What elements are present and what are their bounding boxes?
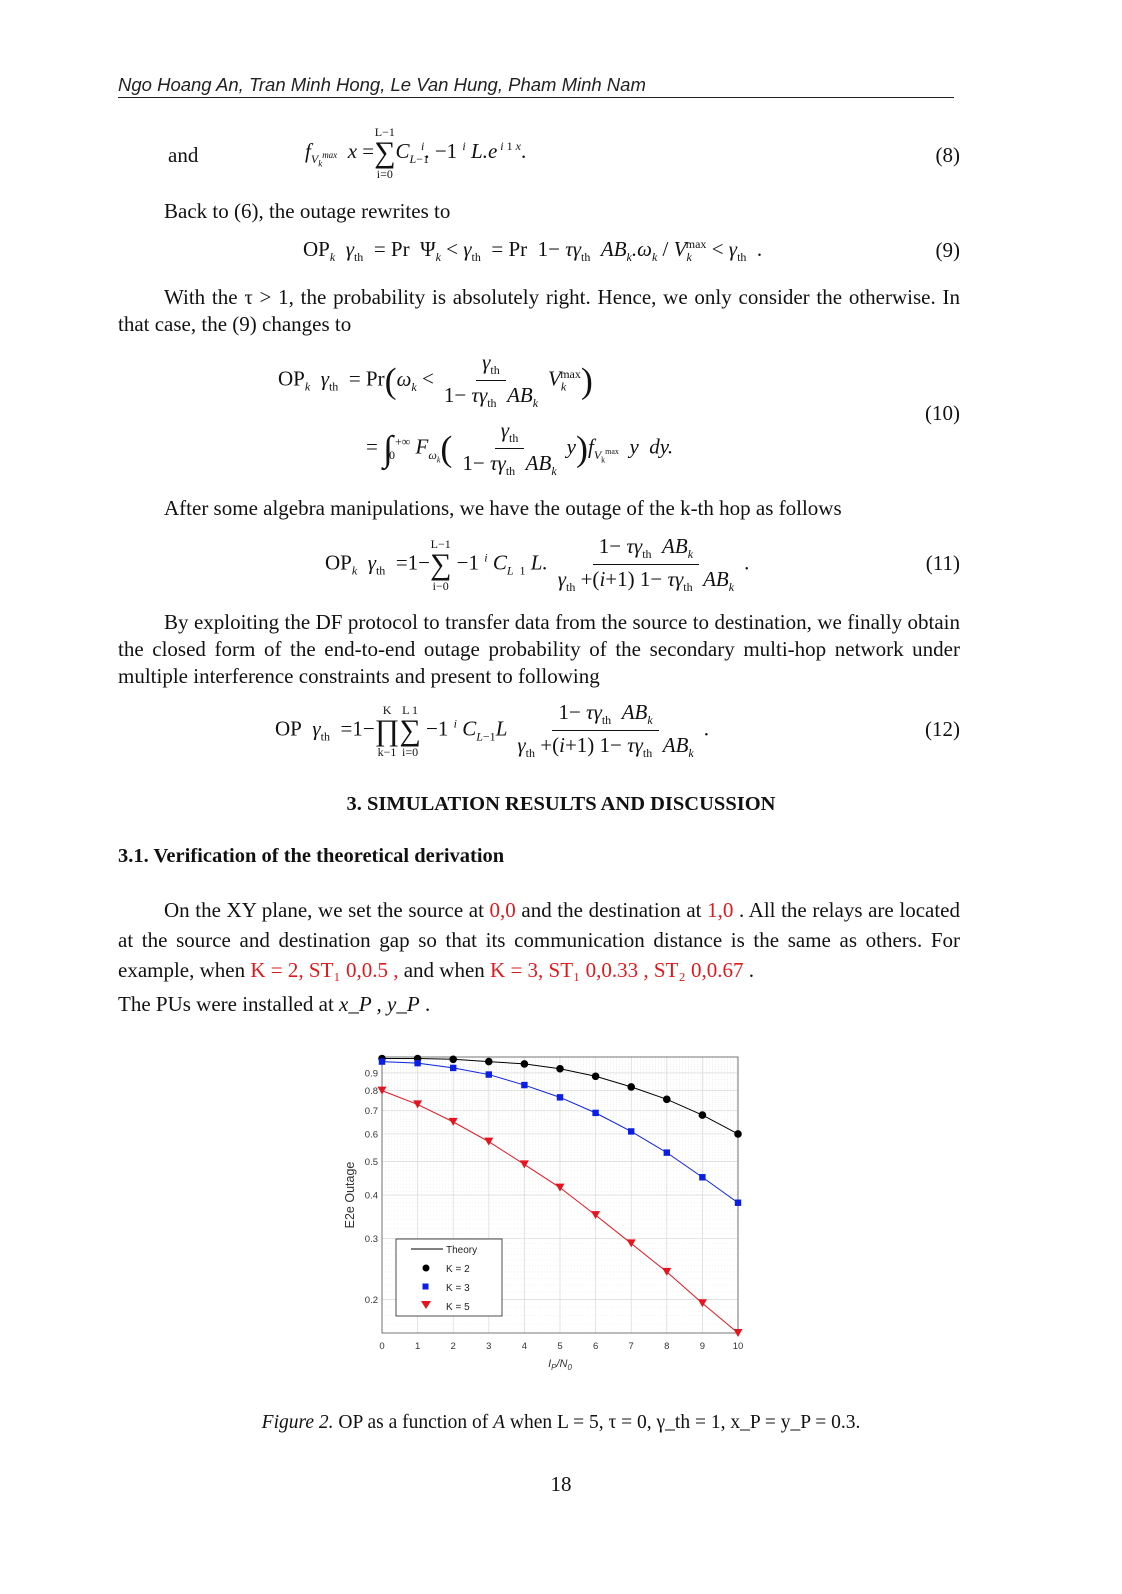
legend-k2: K = 2: [446, 1264, 470, 1275]
text: On the XY plane, we set the source at: [164, 898, 484, 922]
legend-k3-marker: [422, 1283, 429, 1290]
eq8-number: (8): [935, 143, 961, 167]
equation-11: OPk γth =1− L−1 ∑ i−0 −1 i CL 1 L. 1− τγth A…: [325, 534, 750, 595]
data-point-k2: [556, 1064, 564, 1073]
data-point-k3: [699, 1174, 706, 1181]
text: and the destination at: [521, 898, 702, 922]
legend: Theory K = 2 K = 3 K = 5: [395, 1238, 503, 1317]
data-point-k2: [734, 1130, 742, 1138]
y-tick-label: 0.4: [365, 1191, 378, 1202]
y-tick-label: 0.7: [365, 1106, 378, 1117]
data-point-k2: [663, 1095, 671, 1104]
data-point-k3: [628, 1128, 635, 1135]
y-tick-label: 0.9: [365, 1068, 378, 1079]
x-tick-label: 10: [733, 1341, 744, 1352]
page-number: 18: [550, 1472, 572, 1496]
x-tick-label: 8: [664, 1341, 669, 1352]
x-tick-label: 9: [700, 1341, 705, 1352]
section-heading: 3. SIMULATION RESULTS AND DISCUSSION: [346, 793, 776, 815]
data-point-k2: [627, 1083, 635, 1091]
legend-k3: K = 3: [446, 1283, 470, 1294]
x-tick-label: 0: [379, 1341, 384, 1352]
caption-text: OP as a function of: [338, 1412, 489, 1433]
example-k2: K = 2, ST₁ 0,0.5 ,: [250, 958, 399, 982]
equation-12: OP γth =1− K ∏ k−1 L 1 ∑ i=0 −1 i CL−1L 1− τγth…: [275, 700, 709, 761]
x-axis-label: IP/N0: [548, 1358, 572, 1372]
x-tick-label: 7: [629, 1341, 634, 1352]
x-tick-label: 3: [486, 1341, 491, 1352]
paragraph-xy: On the XY plane, we set the source at 0,…: [118, 895, 960, 1019]
data-point-k2: [591, 1072, 600, 1081]
eq10-number: (10): [925, 401, 960, 425]
data-point-k3: [485, 1071, 492, 1078]
y-ticks: 0.2 0.3 0.4 0.5 0.6 0.7 0.8 0.9: [365, 1068, 378, 1306]
data-point-k3: [521, 1081, 528, 1089]
x-tick-label: 5: [557, 1341, 562, 1352]
y-axis-label: E2e Outage: [343, 1162, 357, 1229]
paragraph-with: With the τ > 1, the probability is absol…: [118, 285, 960, 336]
outage-chart: 0.2 0.3 0.4 0.5 0.6 0.7 0.8 0.9 0 1 2 3 4 5 6 7 8 9 10 E2…: [343, 1054, 743, 1372]
eq12-number: (12): [925, 717, 960, 741]
data-point-k2: [485, 1057, 493, 1066]
eq11-number: (11): [925, 551, 960, 575]
y-tick-label: 0.5: [365, 1157, 378, 1168]
figure-caption: Figure 2. OP as a function of A when L =…: [0, 1412, 1122, 1434]
x-ticks: 0 1 2 3 4 5 6 7 8 9 10: [379, 1341, 743, 1352]
equation-8: fVkmax x = L−1 ∑ i=0 CL−1i. −1 i L.e i 1 x.: [305, 125, 527, 181]
caption-conditions: when L = 5, τ = 0, γ_th = 1, x_P = y_P =…: [509, 1412, 861, 1433]
legend-k2-marker: [422, 1264, 430, 1272]
paragraph-back: Back to (6), the outage rewrites to: [164, 199, 451, 223]
header-rule: [118, 97, 954, 98]
example-k3: K = 3, ST₁ 0,0.33 , ST₂ 0,0.67: [490, 958, 744, 982]
equation-9: OPk γth = Pr Ψk < γth = Pr 1− τγth ABk.ω…: [303, 237, 763, 265]
y-tick-label: 0.8: [365, 1086, 378, 1097]
legend-theory: Theory: [446, 1245, 477, 1256]
paragraph-by: By exploiting the DF protocol to transfe…: [118, 610, 960, 688]
text: .: [424, 992, 431, 1016]
caption-label: Figure 2.: [261, 1412, 334, 1433]
destination-coord: 1,0: [707, 898, 734, 922]
data-point-k3: [414, 1059, 421, 1067]
subsection-heading: 3.1. Verification of the theoretical der…: [118, 845, 505, 867]
x-tick-label: 6: [593, 1341, 598, 1352]
data-point-k3: [378, 1058, 386, 1065]
eq9-number: (9): [935, 238, 961, 262]
running-header: Ngo Hoang An, Tran Minh Hong, Le Van Hun…: [118, 74, 646, 95]
data-point-k2: [698, 1111, 707, 1119]
data-point-k5: [413, 1100, 423, 1109]
text: .: [748, 958, 754, 982]
data-point-k3: [592, 1109, 599, 1117]
data-point-k5: [448, 1117, 458, 1126]
data-point-k2: [520, 1060, 529, 1068]
data-point-k3: [663, 1149, 670, 1156]
source-coord: 0,0: [489, 898, 516, 922]
data-point-k3: [734, 1199, 742, 1206]
x-tick-label: 1: [415, 1341, 420, 1352]
x-tick-label: 2: [451, 1341, 456, 1352]
data-point-k3: [556, 1094, 564, 1101]
data-point-k2: [449, 1055, 457, 1064]
caption-var: A: [493, 1412, 506, 1433]
legend-k5: K = 5: [446, 1302, 470, 1313]
paragraph-after: After some algebra manipulations, we hav…: [164, 496, 842, 520]
data-point-k5: [484, 1137, 494, 1146]
equation-10-line1: OPk γth = Pr(ωk < γth 1− τγth ABk Vkmax): [278, 350, 593, 411]
pu-coord: x_P , y_P: [339, 992, 420, 1016]
equation-10-line2: = ∫0+∞ Fωk(γth 1− τγth ABk y)fVkmax y dy.: [366, 418, 674, 479]
data-point-k5: [519, 1160, 529, 1169]
y-tick-label: 0.6: [365, 1129, 378, 1140]
data-point-k3: [450, 1064, 457, 1072]
y-tick-label: 0.3: [365, 1234, 378, 1245]
y-tick-label: 0.2: [365, 1295, 378, 1306]
text: and when: [403, 958, 485, 982]
x-tick-label: 4: [522, 1341, 527, 1352]
eq8-lead: and: [168, 143, 199, 167]
text: The PUs were installed at: [118, 992, 334, 1016]
